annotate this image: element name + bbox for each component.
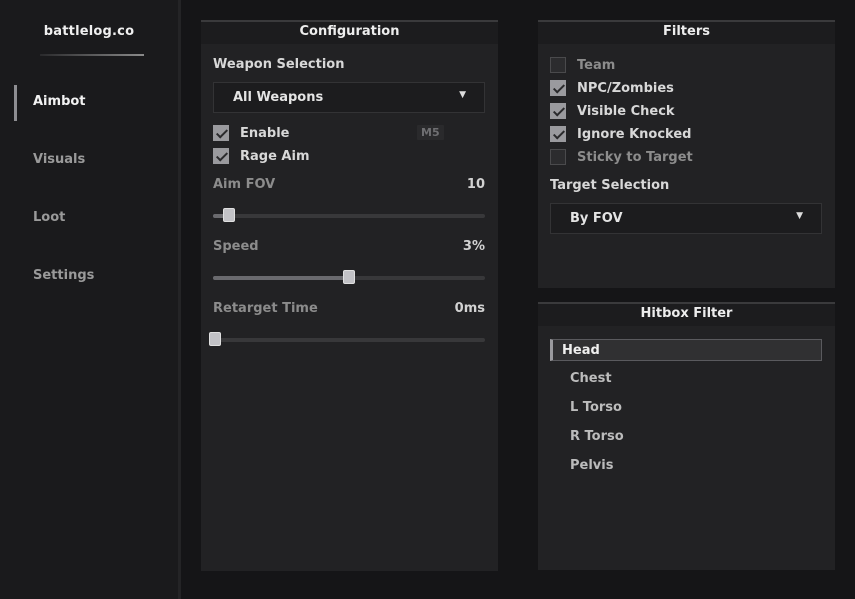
hitbox-item-pelvis[interactable]: Pelvis [550,455,822,477]
team-checkbox[interactable] [550,57,566,73]
visible-check-label: Visible Check [577,104,675,119]
aim-fov-value: 10 [466,177,485,192]
enable-keybind[interactable]: M5 [417,125,444,140]
enable-checkbox[interactable] [213,125,229,141]
sidebar: battlelog.co Aimbot Visuals Loot Setting… [0,0,181,599]
brand-logo: battlelog.co [43,24,135,39]
team-label: Team [577,58,616,73]
retarget-time-slider[interactable] [209,332,485,346]
target-selection-value: By FOV [570,211,623,226]
ignore-knocked-label: Ignore Knocked [577,127,692,142]
weapon-selection-label: Weapon Selection [213,57,345,72]
hitbox-filter-title: Hitbox Filter [538,304,835,326]
speed-value: 3% [462,239,485,254]
retarget-time-slider-thumb[interactable] [209,332,221,346]
hitbox-filter-panel: Hitbox Filter Head Chest L Torso R Torso… [538,302,835,570]
sidebar-item-loot[interactable]: Loot [0,201,178,235]
speed-slider-fill [213,276,349,280]
sidebar-item-aimbot[interactable]: Aimbot [0,85,178,121]
sidebar-item-settings[interactable]: Settings [0,259,178,293]
target-selection-dropdown[interactable]: By FOV ▼ [550,203,822,234]
configuration-title: Configuration [201,22,498,44]
target-selection-label: Target Selection [550,178,670,193]
npc-zombies-label: NPC/Zombies [577,81,674,96]
sidebar-item-visuals[interactable]: Visuals [0,143,178,177]
retarget-time-value: 0ms [454,301,485,316]
rage-aim-label: Rage Aim [240,149,310,164]
aim-fov-slider-thumb[interactable] [223,208,236,222]
enable-label: Enable [240,126,290,141]
npc-zombies-checkbox[interactable] [550,80,566,96]
hitbox-item-l-torso[interactable]: L Torso [550,397,822,419]
brand-underline [40,54,144,56]
configuration-panel: Configuration Weapon Selection All Weapo… [201,20,498,571]
rage-aim-checkbox[interactable] [213,148,229,164]
speed-slider-thumb[interactable] [343,270,355,284]
weapon-selection-dropdown[interactable]: All Weapons ▼ [213,82,485,113]
caret-down-icon: ▼ [459,90,466,100]
caret-down-icon: ▼ [796,211,803,221]
hitbox-item-head[interactable]: Head [550,339,822,361]
hitbox-item-r-torso[interactable]: R Torso [550,426,822,448]
retarget-time-label: Retarget Time [213,301,318,316]
sticky-to-target-checkbox[interactable] [550,149,566,165]
filters-title: Filters [538,22,835,44]
aim-fov-label: Aim FOV [213,177,276,192]
aim-fov-slider[interactable] [213,208,485,222]
filters-panel: Filters Team NPC/Zombies Visible Check I… [538,20,835,288]
hitbox-item-chest[interactable]: Chest [550,368,822,390]
ignore-knocked-checkbox[interactable] [550,126,566,142]
visible-check-checkbox[interactable] [550,103,566,119]
sticky-to-target-label: Sticky to Target [577,150,693,165]
speed-label: Speed [213,239,259,254]
weapon-selection-value: All Weapons [233,90,324,105]
speed-slider[interactable] [213,270,485,284]
